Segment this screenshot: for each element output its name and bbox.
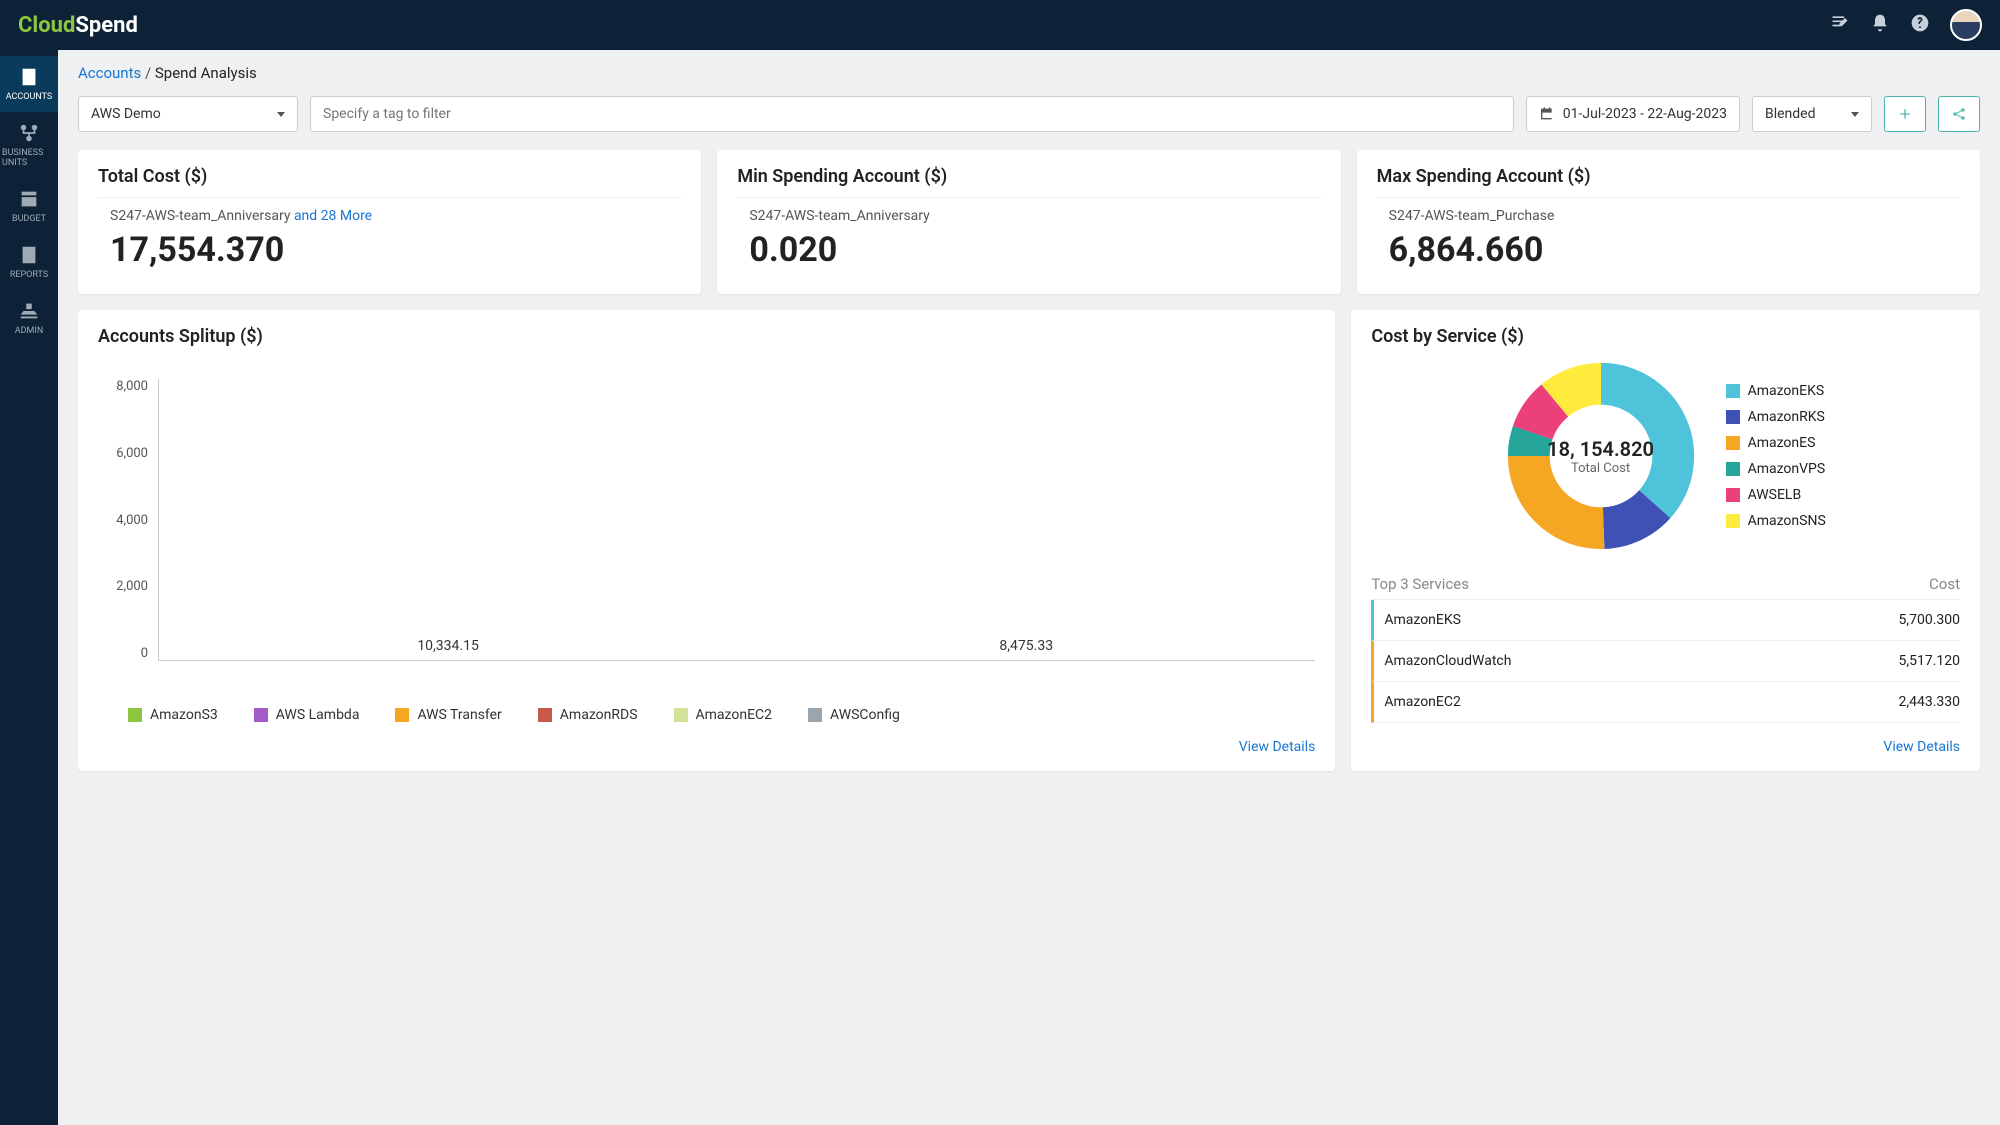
top-service-row: AmazonEC22,443.330 — [1371, 682, 1960, 723]
sidenav-label: ADMIN — [15, 326, 44, 336]
top3-list: AmazonEKS5,700.300AmazonCloudWatch5,517.… — [1371, 600, 1960, 723]
bar-total-label: 8,475.33 — [926, 638, 1126, 654]
legend-item[interactable]: AmazonEC2 — [674, 707, 773, 723]
brand-part2: Spend — [75, 13, 138, 38]
top-service-row: AmazonEKS5,700.300 — [1371, 600, 1960, 641]
view-details-link[interactable]: View Details — [1883, 739, 1960, 755]
kpi-value: 6,864.660 — [1377, 230, 1960, 270]
brand-logo: CloudSpend — [18, 13, 138, 38]
chart-legend: AmazonS3 AWS Lambda AWS Transfer AmazonRDS A… — [98, 707, 1315, 723]
reports-icon — [18, 244, 40, 266]
legend-item[interactable]: AmazonES — [1726, 435, 1826, 451]
panel-title: Accounts Splitup ($) — [98, 326, 1315, 347]
calendar-icon — [1539, 106, 1555, 122]
budget-icon — [18, 188, 40, 210]
sidenav: ACCOUNTS BUSINESS UNITS BUDGET REPORTS A… — [0, 50, 58, 1125]
legend-item[interactable]: AWS Transfer — [395, 707, 501, 723]
chevron-down-icon — [1851, 112, 1859, 117]
kpi-sub: S247-AWS-team_Purchase — [1377, 208, 1960, 224]
top3-header: Top 3 Services Cost — [1371, 569, 1960, 600]
legend-item[interactable]: AmazonVPS — [1726, 461, 1826, 477]
legend-item[interactable]: AmazonRKS — [1726, 409, 1826, 425]
sidenav-item-admin[interactable]: ADMIN — [0, 290, 58, 346]
sidenav-label: ACCOUNTS — [6, 92, 53, 102]
chevron-down-icon — [277, 112, 285, 117]
sidenav-item-accounts[interactable]: ACCOUNTS — [0, 56, 58, 112]
filter-bar: AWS Demo 01-Jul-2023 - 22-Aug-2023 Blend… — [78, 96, 1980, 132]
date-range-value: 01-Jul-2023 - 22-Aug-2023 — [1563, 106, 1727, 122]
tasks-icon[interactable] — [1830, 13, 1850, 37]
date-range-picker[interactable]: 01-Jul-2023 - 22-Aug-2023 — [1526, 96, 1740, 132]
kpi-sub: S247-AWS-team_Anniversary — [737, 208, 1320, 224]
tag-filter-input[interactable] — [310, 96, 1514, 132]
share-icon — [1951, 106, 1967, 122]
main: Accounts / Spend Analysis AWS Demo 01-Ju… — [58, 50, 2000, 1125]
sidenav-label: REPORTS — [10, 270, 48, 280]
kpi-value: 17,554.370 — [98, 230, 681, 270]
chart-bars: 10,334.15 8,475.33 — [159, 379, 1315, 660]
panel-title: Cost by Service ($) — [1371, 326, 1960, 347]
donut-center-value: 18, 154.820 — [1547, 437, 1654, 461]
top-service-row: AmazonCloudWatch5,517.120 — [1371, 641, 1960, 682]
share-button[interactable] — [1938, 96, 1980, 132]
accounts-splitup-panel: Accounts Splitup ($) 8,0006,0004,0002,00… — [78, 310, 1335, 771]
topbar: CloudSpend — [0, 0, 2000, 50]
add-button[interactable] — [1884, 96, 1926, 132]
breadcrumb-sep: / — [141, 64, 155, 82]
topbar-actions — [1830, 9, 1982, 41]
sidenav-item-budget[interactable]: BUDGET — [0, 178, 58, 234]
donut-center-label: Total Cost — [1571, 461, 1630, 476]
sidenav-label: BUSINESS UNITS — [2, 148, 56, 168]
kpi-max-spending: Max Spending Account ($) S247-AWS-team_P… — [1357, 150, 1980, 294]
legend-item[interactable]: AWSELB — [1726, 487, 1826, 503]
kpi-total-cost: Total Cost ($) S247-AWS-team_Anniversary… — [78, 150, 701, 294]
view-details-link[interactable]: View Details — [1239, 739, 1316, 755]
kpi-min-spending: Min Spending Account ($) S247-AWS-team_A… — [717, 150, 1340, 294]
business-units-icon — [18, 122, 40, 144]
brand-part1: Cloud — [18, 13, 75, 38]
donut-chart: 18, 154.820 Total Cost — [1506, 361, 1696, 551]
kpi-title: Max Spending Account ($) — [1377, 166, 1960, 198]
cost-by-service-panel: Cost by Service ($) 18, 154.820 Total Co… — [1351, 310, 1980, 771]
cost-type-select[interactable]: Blended — [1752, 96, 1872, 132]
kpi-title: Min Spending Account ($) — [737, 166, 1320, 198]
legend-item[interactable]: AWSConfig — [808, 707, 900, 723]
breadcrumb-root[interactable]: Accounts — [78, 64, 141, 82]
accounts-icon — [18, 66, 40, 88]
bell-icon[interactable] — [1870, 13, 1890, 37]
account-select[interactable]: AWS Demo — [78, 96, 298, 132]
bar-total-label: 10,334.15 — [348, 638, 548, 654]
donut-legend: AmazonEKS AmazonRKS AmazonES AmazonVPS AWSEL… — [1726, 383, 1826, 529]
legend-item[interactable]: AmazonSNS — [1726, 513, 1826, 529]
kpi-value: 0.020 — [737, 230, 1320, 270]
sidenav-item-reports[interactable]: REPORTS — [0, 234, 58, 290]
chart-yaxis: 8,0006,0004,0002,0000 — [98, 361, 158, 691]
legend-item[interactable]: AWS Lambda — [254, 707, 360, 723]
account-select-value: AWS Demo — [91, 106, 161, 122]
kpi-sub: S247-AWS-team_Anniversary and 28 More — [98, 208, 681, 224]
legend-item[interactable]: AmazonS3 — [128, 707, 218, 723]
kpi-more-link[interactable]: and 28 More — [294, 208, 372, 224]
cost-type-value: Blended — [1765, 106, 1816, 122]
admin-icon — [18, 300, 40, 322]
help-icon[interactable] — [1910, 13, 1930, 37]
legend-item[interactable]: AmazonEKS — [1726, 383, 1826, 399]
sidenav-item-business-units[interactable]: BUSINESS UNITS — [0, 112, 58, 178]
legend-item[interactable]: AmazonRDS — [538, 707, 638, 723]
plus-icon — [1897, 106, 1913, 122]
breadcrumb: Accounts / Spend Analysis — [78, 64, 1980, 82]
splitup-chart: 8,0006,0004,0002,0000 10,334.15 8,475.33 — [98, 361, 1315, 691]
avatar[interactable] — [1950, 9, 1982, 41]
sidenav-label: BUDGET — [12, 214, 46, 224]
breadcrumb-leaf: Spend Analysis — [155, 64, 257, 82]
kpi-title: Total Cost ($) — [98, 166, 681, 198]
